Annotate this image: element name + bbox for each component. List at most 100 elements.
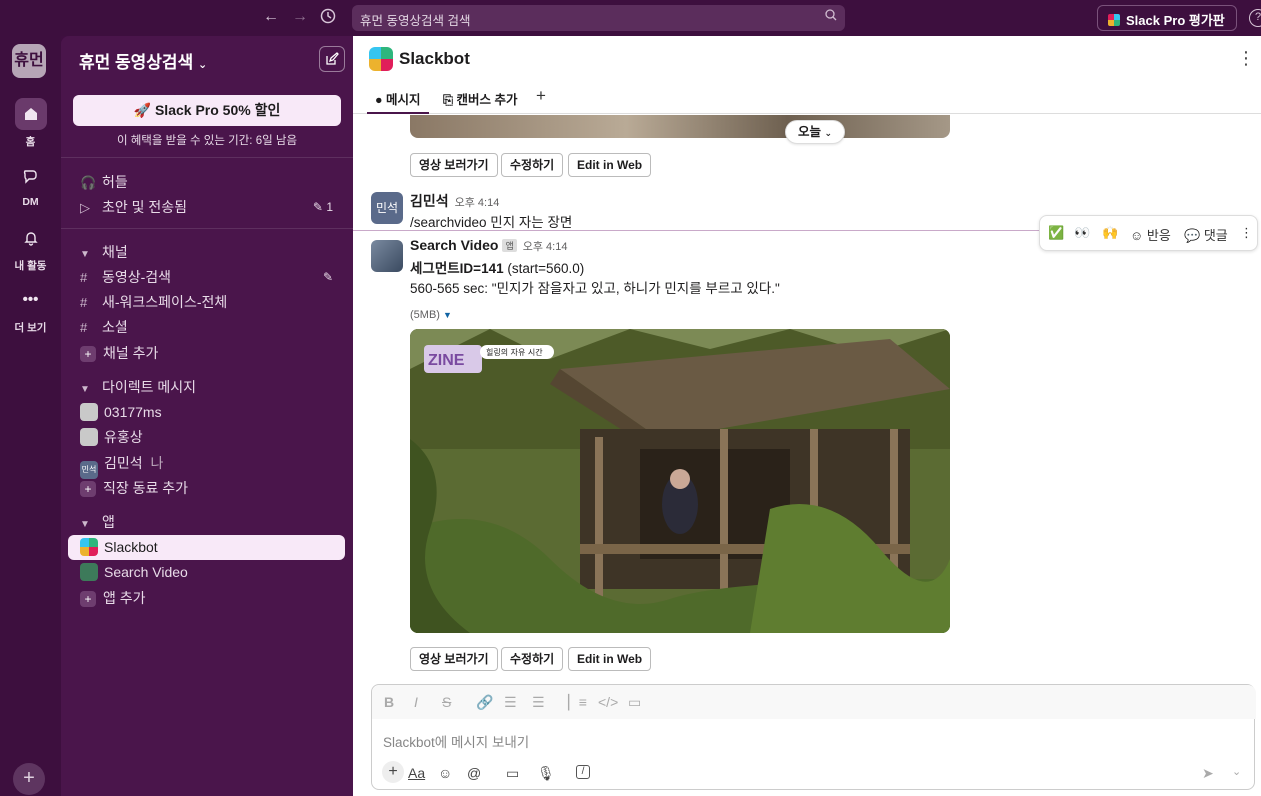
send-options-chevron-icon[interactable]: ⌄ — [1232, 765, 1241, 778]
message-timestamp[interactable]: 오후 4:14 — [523, 241, 568, 253]
message-timestamp[interactable]: 오후 4:14 — [455, 197, 500, 209]
headphones-icon: 🎧 — [80, 175, 97, 190]
bold-icon[interactable]: B — [384, 694, 394, 710]
format-toolbar: B I S 🔗 ☰ ☰ ▏≡ </> ▭ — [372, 685, 1256, 719]
slack-logo-icon — [1108, 14, 1120, 26]
hash-icon: # — [80, 270, 88, 285]
check-emoji-icon[interactable]: ✅ — [1048, 225, 1064, 241]
add-reaction-button[interactable]: ☺ 반응 — [1130, 225, 1171, 244]
sidebar: 휴먼 동영상검색 ⌄ 🚀 Slack Pro 50% 할인 이 혜택을 받을 수… — [61, 36, 353, 796]
reply-button[interactable]: 💬 댓글 — [1184, 225, 1228, 244]
slash-command-icon[interactable]: / — [576, 765, 590, 779]
section-channels[interactable]: ▼ 채널 — [68, 240, 345, 265]
rail-home[interactable]: 홈 — [0, 98, 61, 149]
message-composer[interactable]: B I S 🔗 ☰ ☰ ▏≡ </> ▭ Slackbot에 메시지 보내기 +… — [371, 684, 1256, 790]
rail-activity[interactable]: 내 활동 — [0, 222, 61, 273]
dm-item[interactable]: 03177ms — [68, 400, 345, 425]
more-vertical-icon[interactable]: ⋮ — [1237, 48, 1255, 69]
tab-messages[interactable]: ● 메시지 — [367, 89, 429, 114]
watch-video-button[interactable]: 영상 보러가기 — [410, 153, 498, 177]
workspace-name[interactable]: 휴먼 동영상검색 ⌄ — [79, 48, 207, 73]
composer-input[interactable]: Slackbot에 메시지 보내기 — [383, 731, 529, 751]
avatar — [80, 428, 98, 446]
workspace-icon[interactable]: 휴먼 — [12, 44, 46, 78]
add-coworker-button[interactable]: + 직장 동료 추가 — [68, 476, 345, 501]
channel-item[interactable]: # 동영상-검색 ✎ — [68, 265, 345, 290]
edit-in-web-button[interactable]: Edit in Web — [568, 153, 652, 177]
help-icon[interactable]: ? — [1249, 9, 1261, 27]
bullet-list-icon[interactable]: ☰ — [532, 694, 545, 711]
add-channel-button[interactable]: + 채널 추가 — [68, 341, 345, 366]
message-actions-toolbar: ✅ 👀 🙌 ☺ 반응 💬 댓글 ⋮ — [1039, 215, 1258, 251]
search-video-avatar[interactable] — [371, 240, 403, 272]
code-icon[interactable]: </> — [598, 694, 618, 710]
rail-dm[interactable]: DM — [0, 160, 61, 208]
main-panel: Slackbot ⋮ ● 메시지 ⎘ 캔버스 추가 + 오늘 ⌄ 영상 보러가기… — [353, 36, 1261, 796]
slack-pro-trial-button[interactable]: Slack Pro 평가판 — [1097, 5, 1237, 31]
ordered-list-icon[interactable]: ☰ — [504, 694, 517, 711]
video-preview[interactable]: ZINE 힐링의 자유 시간 — [410, 329, 950, 633]
blockquote-icon[interactable]: ▏≡ — [568, 694, 587, 711]
sidebar-item-huddles[interactable]: 🎧 허들 — [68, 170, 345, 195]
promo-subtitle: 이 혜택을 받을 수 있는 기간: 6일 남음 — [116, 135, 298, 147]
watch-video-button[interactable]: 영상 보러가기 — [410, 647, 498, 671]
strikethrough-icon[interactable]: S — [442, 694, 451, 710]
raised-hands-emoji-icon[interactable]: 🙌 — [1102, 225, 1118, 241]
eyes-emoji-icon[interactable]: 👀 — [1074, 225, 1090, 241]
app-item-slackbot[interactable]: Slackbot — [68, 535, 345, 560]
emoji-icon[interactable]: ☺ — [438, 765, 452, 781]
code-block-icon[interactable]: ▭ — [628, 694, 641, 711]
avatar[interactable]: 민석 — [371, 192, 403, 224]
video-logo-text: ZINE — [428, 352, 465, 369]
back-arrow-icon[interactable]: ← — [263, 8, 279, 26]
rocket-icon: 🚀 — [133, 102, 152, 118]
section-direct-messages[interactable]: ▼ 다이렉트 메시지 — [68, 375, 345, 400]
send-icon[interactable]: ➤ — [1202, 765, 1214, 782]
file-size-toggle[interactable]: (5MB) ▼ — [410, 309, 452, 321]
pro-discount-button[interactable]: 🚀 Slack Pro 50% 할인 — [73, 95, 341, 126]
mention-icon[interactable]: @ — [467, 765, 481, 781]
section-apps[interactable]: ▼ 앱 — [68, 510, 345, 535]
dm-item-self[interactable]: 민석 김민석 나 — [68, 451, 345, 479]
add-workspace-button[interactable]: + — [13, 763, 45, 795]
video-icon[interactable]: ▭ — [506, 765, 519, 782]
canvas-icon: ⎘ — [443, 93, 454, 107]
plus-icon: + — [80, 481, 96, 497]
segment-line: 세그먼트ID=141 (start=560.0) — [410, 261, 585, 276]
app-item-search-video[interactable]: Search Video — [68, 560, 345, 585]
edit-button[interactable]: 수정하기 — [501, 647, 564, 671]
message-list: 오늘 ⌄ 영상 보러가기 수정하기 Edit in Web 민석 김민석 오후 4… — [353, 115, 1261, 683]
history-icon[interactable] — [320, 8, 336, 29]
edit-button[interactable]: 수정하기 — [501, 153, 564, 177]
sidebar-item-drafts[interactable]: ▷ 초안 및 전송됨 ✎ 1 — [68, 195, 345, 220]
slackbot-avatar — [80, 538, 98, 556]
message-author[interactable]: Search Video 앱 오후 4:14 — [410, 237, 567, 254]
more-actions-icon[interactable]: ⋮ — [1240, 225, 1253, 241]
video-thumbnail[interactable] — [410, 115, 950, 138]
channel-item[interactable]: # 소셜 — [68, 315, 345, 340]
link-icon[interactable]: 🔗 — [476, 694, 493, 711]
slackbot-avatar — [369, 47, 393, 71]
add-app-button[interactable]: + 앱 추가 — [68, 586, 345, 611]
rail-more[interactable]: ••• 더 보기 — [0, 284, 61, 335]
microphone-icon[interactable]: 🎙 — [537, 765, 555, 782]
italic-icon[interactable]: I — [414, 694, 418, 710]
search-input[interactable]: 휴먼 동영상검색 검색 — [352, 5, 845, 31]
edit-pencil-icon[interactable]: ✎ — [323, 265, 333, 290]
compose-icon[interactable] — [319, 46, 345, 72]
plus-icon[interactable]: + — [382, 761, 404, 783]
date-divider[interactable]: 오늘 ⌄ — [785, 120, 846, 144]
channel-title[interactable]: Slackbot — [399, 49, 470, 69]
channel-item[interactable]: # 새-워크스페이스-전체 — [68, 290, 345, 315]
formatting-toggle[interactable]: Aa — [408, 765, 425, 781]
search-video-avatar — [80, 563, 98, 581]
dm-item[interactable]: 유홍상 — [68, 425, 345, 450]
message-author[interactable]: 김민석 오후 4:14 — [410, 191, 499, 211]
video-frame-image: ZINE 힐링의 자유 시간 — [410, 329, 950, 633]
dm-icon — [15, 160, 47, 192]
tab-add-canvas[interactable]: ⎘ 캔버스 추가 — [443, 89, 517, 108]
forward-arrow-icon[interactable]: → — [292, 8, 308, 26]
avatar — [80, 403, 98, 421]
edit-in-web-button[interactable]: Edit in Web — [568, 647, 652, 671]
add-tab-icon[interactable]: + — [536, 86, 546, 106]
